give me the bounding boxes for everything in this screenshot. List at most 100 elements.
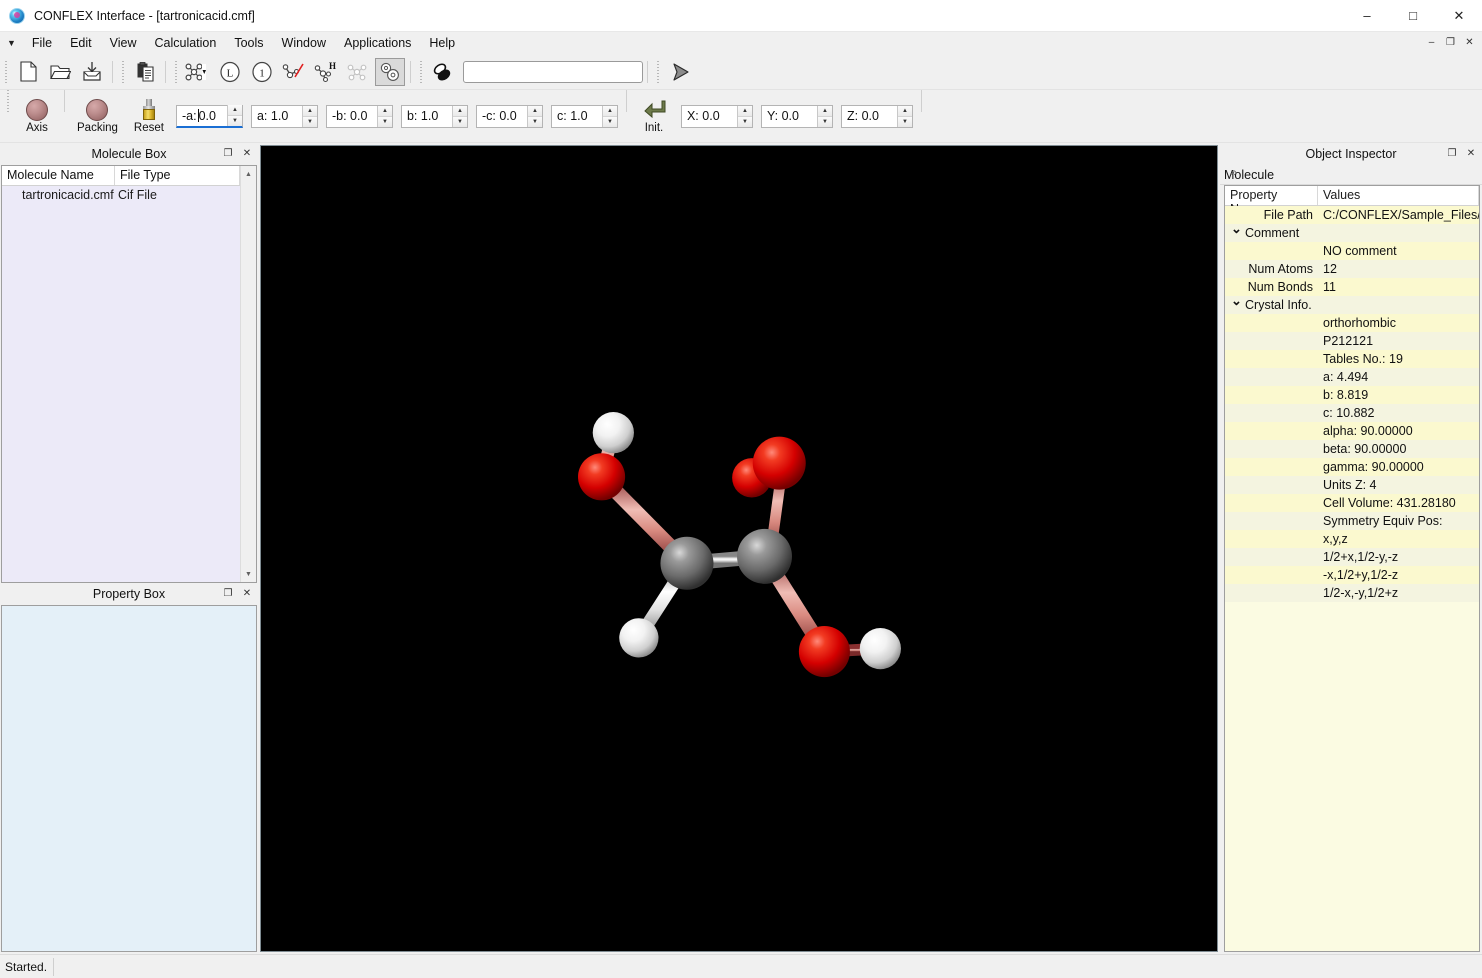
- column-header-molecule-name[interactable]: Molecule Name: [2, 166, 115, 185]
- inspector-row[interactable]: a: 4.494: [1225, 368, 1479, 386]
- toolbar-grip[interactable]: [3, 61, 9, 83]
- spin-x-down[interactable]: [738, 117, 752, 127]
- number-atoms-icon[interactable]: 1: [247, 58, 277, 86]
- inspector-row[interactable]: gamma: 90.00000: [1225, 458, 1479, 476]
- mdi-restore-button[interactable]: ❐: [1442, 34, 1459, 50]
- spin-a-up[interactable]: [303, 106, 317, 117]
- property-box-float-button[interactable]: ❐: [221, 586, 235, 601]
- spin-neg-b-up[interactable]: [378, 106, 392, 117]
- inspector-row[interactable]: NO comment: [1225, 242, 1479, 260]
- object-inspector-close-button[interactable]: ✕: [1464, 146, 1478, 161]
- measure-bond-icon[interactable]: [279, 58, 309, 86]
- axis-button[interactable]: Axis: [15, 92, 59, 140]
- scroll-down-icon[interactable]: ▼: [241, 566, 256, 582]
- toolbar-grip[interactable]: [655, 61, 661, 83]
- spin-neg-a-up[interactable]: [228, 105, 242, 116]
- inspector-group-label[interactable]: Comment: [1225, 226, 1318, 240]
- menu-item-window[interactable]: Window: [273, 34, 335, 52]
- inspector-row[interactable]: Comment: [1225, 224, 1479, 242]
- spin-y-up[interactable]: [818, 106, 832, 117]
- spin-b-up[interactable]: [453, 106, 467, 117]
- search-input[interactable]: [463, 61, 643, 83]
- property-box-close-button[interactable]: ✕: [240, 586, 254, 601]
- mdi-close-button[interactable]: ✕: [1461, 34, 1478, 50]
- inspector-row[interactable]: Num Bonds11: [1225, 278, 1479, 296]
- molecule-box-close-button[interactable]: ✕: [240, 146, 254, 161]
- settings-molecule-icon[interactable]: [375, 58, 405, 86]
- init-button[interactable]: Init.: [632, 92, 676, 140]
- open-folder-icon[interactable]: [45, 58, 75, 86]
- spin-neg-c-down[interactable]: [528, 117, 542, 127]
- object-inspector-float-button[interactable]: ❐: [1445, 146, 1459, 161]
- label-atoms-icon[interactable]: L: [215, 58, 245, 86]
- molecule-model-icon[interactable]: [183, 58, 213, 86]
- spin-neg-a-down[interactable]: [228, 116, 242, 126]
- window-close-button[interactable]: ✕: [1436, 0, 1482, 32]
- inspector-group-label[interactable]: Crystal Info.: [1225, 298, 1318, 312]
- spin-neg-a[interactable]: -a:0.0: [176, 105, 243, 128]
- inspector-row[interactable]: File PathC:/CONFLEX/Sample_Files/...: [1225, 206, 1479, 224]
- spin-a-down[interactable]: [303, 117, 317, 127]
- packing-button[interactable]: Packing: [70, 92, 125, 140]
- pointer-select-icon[interactable]: [665, 58, 695, 86]
- window-minimize-button[interactable]: –: [1344, 0, 1390, 32]
- inspector-row[interactable]: -x,1/2+y,1/2-z: [1225, 566, 1479, 584]
- spin-neg-c-up[interactable]: [528, 106, 542, 117]
- structure-icon[interactable]: [343, 58, 373, 86]
- menu-item-tools[interactable]: Tools: [225, 34, 272, 52]
- spin-z-down[interactable]: [898, 117, 912, 127]
- spin-b[interactable]: b: 1.0: [401, 105, 468, 128]
- column-header-values[interactable]: Values: [1318, 186, 1479, 205]
- expand-chevron-icon[interactable]: »: [1231, 168, 1237, 179]
- inspector-row[interactable]: beta: 90.00000: [1225, 440, 1479, 458]
- inspector-row[interactable]: b: 8.819: [1225, 386, 1479, 404]
- inspector-row[interactable]: Cell Volume: 431.28180: [1225, 494, 1479, 512]
- spin-x-up[interactable]: [738, 106, 752, 117]
- inspector-row[interactable]: Num Atoms12: [1225, 260, 1479, 278]
- reset-button[interactable]: Reset: [127, 92, 171, 140]
- paste-clipboard-icon[interactable]: [130, 58, 160, 86]
- inspector-row[interactable]: c: 10.882: [1225, 404, 1479, 422]
- spin-neg-b[interactable]: -b: 0.0: [326, 105, 393, 128]
- window-maximize-button[interactable]: □: [1390, 0, 1436, 32]
- spin-b-down[interactable]: [453, 117, 467, 127]
- inspector-row[interactable]: P212121: [1225, 332, 1479, 350]
- toolbar-grip[interactable]: [418, 61, 424, 83]
- menu-item-edit[interactable]: Edit: [61, 34, 101, 52]
- inspector-row[interactable]: Tables No.: 19: [1225, 350, 1479, 368]
- spin-y[interactable]: Y: 0.0: [761, 105, 833, 128]
- inspector-row[interactable]: Symmetry Equiv Pos:: [1225, 512, 1479, 530]
- column-header-file-type[interactable]: File Type: [115, 166, 240, 185]
- menu-item-file[interactable]: File: [23, 34, 61, 52]
- inspector-row[interactable]: x,y,z: [1225, 530, 1479, 548]
- menu-overflow-icon[interactable]: ▼: [4, 39, 23, 48]
- mdi-minimize-button[interactable]: –: [1423, 34, 1440, 50]
- molecule-3d-viewport[interactable]: [260, 145, 1218, 952]
- add-hydrogen-icon[interactable]: H: [311, 58, 341, 86]
- spin-c[interactable]: c: 1.0: [551, 105, 618, 128]
- molecule-box-scrollbar[interactable]: ▲ ▼: [240, 166, 256, 582]
- column-header-property-name[interactable]: Property Name: [1225, 186, 1318, 205]
- spin-y-down[interactable]: [818, 117, 832, 127]
- inspector-row[interactable]: orthorhombic: [1225, 314, 1479, 332]
- inspector-row[interactable]: Units Z: 4: [1225, 476, 1479, 494]
- molecule-box-float-button[interactable]: ❐: [221, 146, 235, 161]
- table-row[interactable]: tartronicacid.cmf Cif File: [2, 186, 240, 204]
- toolbar-grip[interactable]: [5, 90, 11, 112]
- spin-c-down[interactable]: [603, 117, 617, 127]
- spin-neg-b-down[interactable]: [378, 117, 392, 127]
- inspector-row[interactable]: Crystal Info.: [1225, 296, 1479, 314]
- ellipsoid-icon[interactable]: [428, 58, 458, 86]
- spin-z[interactable]: Z: 0.0: [841, 105, 913, 128]
- toolbar-grip[interactable]: [173, 61, 179, 83]
- spin-x[interactable]: X: 0.0: [681, 105, 753, 128]
- menu-item-help[interactable]: Help: [420, 34, 464, 52]
- menu-item-view[interactable]: View: [101, 34, 146, 52]
- spin-a[interactable]: a: 1.0: [251, 105, 318, 128]
- inspector-row[interactable]: 1/2+x,1/2-y,-z: [1225, 548, 1479, 566]
- menu-item-applications[interactable]: Applications: [335, 34, 420, 52]
- inspector-row[interactable]: 1/2-x,-y,1/2+z: [1225, 584, 1479, 602]
- inspector-row[interactable]: alpha: 90.00000: [1225, 422, 1479, 440]
- spin-neg-c[interactable]: -c: 0.0: [476, 105, 543, 128]
- save-icon[interactable]: [77, 58, 107, 86]
